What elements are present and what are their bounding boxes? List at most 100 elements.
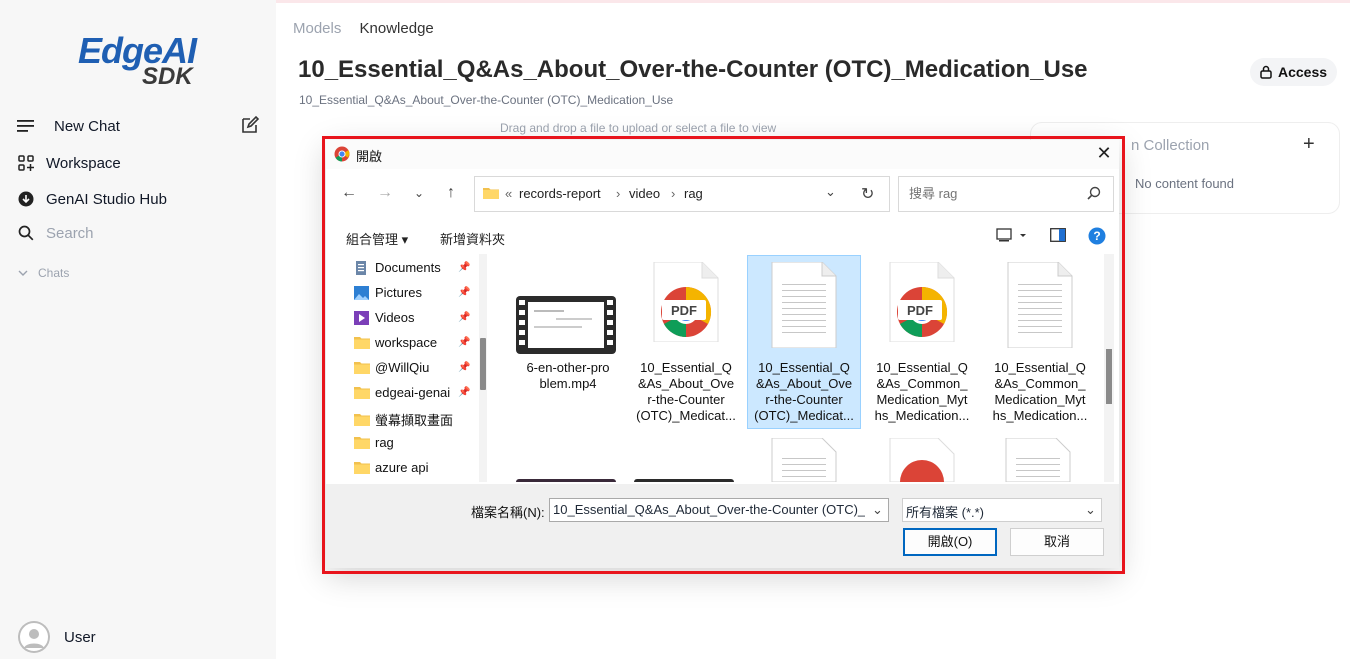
edgeai-logo[interactable]: EdgeAI SDK	[78, 30, 202, 90]
folder-icon	[354, 461, 370, 474]
svg-text:?: ?	[1093, 229, 1100, 243]
file-item[interactable]: 10_Essential_Q &As_Common_ Medication_My…	[984, 256, 1096, 428]
tree-item-label: rag	[375, 435, 394, 450]
videos-icon	[354, 311, 370, 325]
close-icon[interactable]: ✕	[1092, 143, 1116, 165]
breadcrumb: Models Knowledge	[293, 20, 448, 37]
user-menu[interactable]: User	[18, 621, 96, 653]
up-arrow-icon[interactable]: ↑	[440, 182, 462, 204]
file-name-line: 10_Essential_Q	[994, 360, 1086, 375]
filename-value[interactable]: 10_Essential_Q&As_About_Over-the-Counter…	[553, 502, 865, 517]
file-name-line: r-the-Counter	[647, 392, 725, 407]
chevron-right-icon: ›	[671, 186, 676, 201]
sidebar-item-genai-studio-hub[interactable]: GenAI Studio Hub	[16, 189, 167, 209]
file-name-line: Medication_Myt	[876, 392, 968, 407]
organize-menu[interactable]: 組合管理 ▾	[346, 229, 408, 248]
tree-item-label: Pictures	[375, 285, 422, 300]
search-icon[interactable]	[1087, 186, 1101, 205]
filetype-value: 所有檔案 (*.*)	[906, 505, 985, 520]
tree-item-rag[interactable]: rag	[354, 435, 474, 450]
sidebar-item-workspace[interactable]: Workspace	[16, 153, 121, 173]
chevron-down-icon[interactable]: ⌄	[825, 184, 836, 200]
chevron-down-icon[interactable]: ⌄	[1085, 502, 1096, 518]
breadcrumb-models[interactable]: Models	[293, 20, 341, 37]
address-segment[interactable]: records-report	[519, 186, 601, 201]
back-arrow-icon[interactable]: ←	[338, 182, 360, 204]
tree-item-videos[interactable]: Videos 📌	[354, 310, 474, 325]
file-item[interactable]: PDF 10_Essential_Q &As_About_Ove r-the-C…	[630, 256, 742, 428]
page-subtitle: 10_Essential_Q&As_About_Over-the-Counter…	[299, 93, 674, 107]
tree-item-workspace[interactable]: workspace 📌	[354, 335, 474, 350]
file-list-scrollbar[interactable]	[1104, 254, 1114, 482]
scrollbar-thumb[interactable]	[480, 338, 486, 390]
sidebar-item-label: GenAI Studio Hub	[46, 190, 167, 208]
file-item[interactable]: 6-en-other-pro blem.mp4	[512, 256, 624, 428]
sidebar-item-search[interactable]: Search	[16, 223, 94, 243]
edit-icon[interactable]	[240, 115, 260, 139]
tree-item-screenshots[interactable]: 螢幕擷取畫面	[354, 410, 474, 429]
file-name-line: r-the-Counter	[765, 392, 843, 407]
file-name-line: &As_Common_	[994, 376, 1086, 391]
menu-icon[interactable]	[16, 116, 36, 136]
add-icon[interactable]: +	[1303, 133, 1315, 156]
navigation-scrollbar[interactable]	[479, 254, 487, 482]
sidebar-item-chats[interactable]: Chats	[16, 263, 69, 283]
tree-item-label: edgeai-genai	[375, 385, 451, 400]
pdf-file-icon	[886, 437, 958, 482]
chevron-down-icon[interactable]: ⌄	[872, 502, 883, 518]
navigation-pane: Documents 📌 Pictures 📌 Videos 📌 workspac…	[326, 254, 491, 482]
file-name: 10_Essential_Q &As_Common_ Medication_My…	[986, 360, 1094, 424]
sidebar: EdgeAI SDK New Chat Workspace GenAI Stud…	[0, 0, 276, 659]
pin-icon: 📌	[458, 387, 471, 398]
dialog-titlebar[interactable]: 開啟 ✕	[326, 140, 1119, 169]
file-list: 6-en-other-pro blem.mp4 PDF 10_Essential…	[492, 254, 1104, 482]
chevron-down-icon	[16, 263, 30, 283]
search-input[interactable]	[907, 185, 1081, 202]
address-prefix: «	[505, 186, 513, 201]
view-icon[interactable]	[996, 228, 1026, 245]
tree-item-pictures[interactable]: Pictures 📌	[354, 285, 474, 300]
tree-item-willqiu[interactable]: @WillQiu 📌	[354, 360, 474, 375]
tree-item-azure-api[interactable]: azure api	[354, 460, 474, 475]
address-segment[interactable]: video	[629, 186, 660, 201]
pdf-file-icon: PDF	[650, 261, 722, 345]
file-name-line: hs_Medication...	[874, 408, 970, 423]
address-row: ← → ⌄ ↑ « records-report › video › rag ⌄…	[326, 172, 1119, 214]
dialog-footer: 檔案名稱(N): 10_Essential_Q&As_About_Over-th…	[326, 484, 1119, 568]
open-button[interactable]: 開啟(O)	[903, 528, 997, 556]
folder-icon	[354, 336, 370, 349]
tree-item-label: @WillQiu	[375, 360, 430, 375]
new-folder-button[interactable]: 新增資料夾	[440, 229, 505, 248]
tree-item-documents[interactable]: Documents 📌	[354, 260, 474, 275]
address-segment[interactable]: rag	[684, 186, 703, 201]
file-name-line: 10_Essential_Q	[876, 360, 968, 375]
cancel-button[interactable]: 取消	[1010, 528, 1104, 556]
file-name-line: 10_Essential_Q	[758, 360, 850, 375]
folder-icon	[354, 413, 370, 426]
sidebar-item-new-chat[interactable]: New Chat	[16, 115, 262, 139]
filename-label: 檔案名稱(N):	[471, 505, 545, 520]
access-button[interactable]: Access	[1250, 58, 1338, 86]
file-item-selected[interactable]: 10_Essential_Q &As_About_Ove r-the-Count…	[747, 255, 861, 429]
preview-pane-icon[interactable]	[1050, 228, 1066, 245]
filetype-select[interactable]: 所有檔案 (*.*) ⌄	[902, 498, 1102, 522]
tree-item-label: Documents	[375, 260, 441, 275]
dropzone-hint[interactable]: Drag and drop a file to upload or select…	[500, 121, 776, 135]
address-bar[interactable]: « records-report › video › rag ⌄ ↻	[474, 176, 890, 212]
scrollbar-thumb[interactable]	[1106, 349, 1112, 404]
tree-item-edgeai-genai[interactable]: edgeai-genai 📌	[354, 385, 474, 400]
help-icon[interactable]: ?	[1088, 227, 1106, 248]
chrome-icon	[334, 146, 350, 167]
file-item[interactable]: PDF 10_Essential_Q &As_Common_ Medicatio…	[866, 256, 978, 428]
text-file-icon	[1004, 261, 1076, 351]
search-box[interactable]	[898, 176, 1114, 212]
logo-line2: SDK	[142, 63, 193, 90]
breadcrumb-knowledge[interactable]: Knowledge	[360, 20, 434, 37]
file-name-line: blem.mp4	[539, 376, 597, 391]
forward-arrow-icon[interactable]: →	[374, 182, 396, 204]
empty-state: No content found	[1135, 176, 1235, 191]
text-file-icon	[770, 437, 840, 482]
filename-field[interactable]: 10_Essential_Q&As_About_Over-the-Counter…	[549, 498, 889, 522]
refresh-icon[interactable]: ↻	[861, 184, 874, 204]
chevron-down-icon[interactable]: ⌄	[408, 182, 430, 204]
